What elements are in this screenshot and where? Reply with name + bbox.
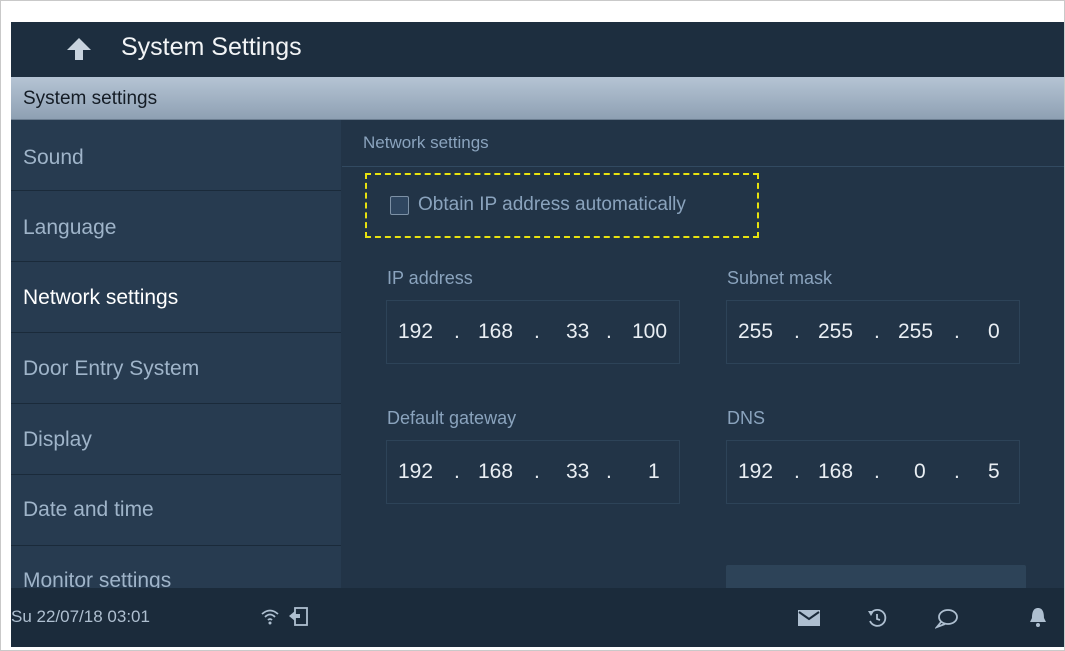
octet: 192 [398,320,434,343]
dot: . [454,460,460,483]
dot: . [454,320,460,343]
sidebar-item-label: Network settings [23,286,179,309]
sidebar-item-label: Display [23,428,92,451]
octet: 192 [398,460,434,483]
message-icon[interactable] [935,607,959,629]
dot: . [606,460,612,483]
panel-title: Network settings [363,133,489,152]
section-title: System settings [23,88,158,109]
screenshot-frame: System Settings System settings Sound La… [0,0,1065,651]
default-gateway-label: Default gateway [387,408,517,428]
dns-field[interactable]: 192 . 168 . 0 . 5 [726,440,1020,504]
sidebar-item-label: Language [23,216,117,239]
device-screen: System Settings System settings Sound La… [11,22,1064,647]
subnet-mask-label: Subnet mask [727,268,833,288]
sidebar-item-sound[interactable]: Sound [11,120,341,191]
title-bar: System Settings [11,22,1064,77]
dot: . [534,460,540,483]
sidebar-item-door-entry-system[interactable]: Door Entry System [11,333,341,404]
dot: . [606,320,612,343]
octet: 255 [738,320,774,343]
octet: 1 [648,460,660,483]
octet: 255 [818,320,854,343]
wifi-icon [261,609,279,625]
mail-icon[interactable] [797,609,821,627]
status-bar: Su 22/07/18 03:01 [11,588,1064,647]
default-gateway-field[interactable]: 192 . 168 . 33 . 1 [386,440,680,504]
page-title: System Settings [121,33,302,61]
octet: 168 [478,320,514,343]
dns-label: DNS [727,408,766,428]
octet: 33 [566,460,590,483]
back-arrow-icon[interactable] [66,36,92,62]
exit-icon[interactable] [288,606,310,628]
dot: . [954,320,960,343]
octet: 5 [988,460,1000,483]
dot: . [954,460,960,483]
sidebar-item-label: Date and time [23,498,154,521]
network-settings-panel: Network settings Obtain IP address autom… [342,120,1064,615]
octet: 0 [914,460,926,483]
dhcp-label: Obtain IP address automatically [418,194,686,215]
bell-icon[interactable] [1028,606,1048,628]
octet: 0 [988,320,1000,343]
dot: . [874,460,880,483]
octet: 168 [818,460,854,483]
dhcp-checkbox[interactable] [390,196,409,215]
panel-header: Network settings [342,120,1064,167]
dot: . [874,320,880,343]
section-header: System settings [11,77,1064,120]
subnet-mask-field[interactable]: 255 . 255 . 255 . 0 [726,300,1020,364]
octet: 168 [478,460,514,483]
sidebar-item-language[interactable]: Language [11,191,341,262]
octet: 192 [738,460,774,483]
history-icon[interactable] [866,607,888,629]
octet: 33 [566,320,590,343]
ip-address-label: IP address [387,268,473,288]
sidebar-item-date-and-time[interactable]: Date and time [11,475,341,546]
octet: 255 [898,320,934,343]
sidebar-item-display[interactable]: Display [11,404,341,475]
dhcp-option-highlight[interactable]: Obtain IP address automatically [365,173,759,238]
sidebar-item-label: Door Entry System [23,357,200,380]
dot: . [794,320,800,343]
dot: . [794,460,800,483]
octet: 100 [632,320,668,343]
sidebar-item-label: Sound [23,146,84,169]
sidebar: Sound Language Network settings Door Ent… [11,120,341,592]
sidebar-item-network-settings[interactable]: Network settings [11,262,341,333]
dot: . [534,320,540,343]
ip-address-field[interactable]: 192 . 168 . 33 . 100 [386,300,680,364]
date-time: Su 22/07/18 03:01 [11,607,150,626]
